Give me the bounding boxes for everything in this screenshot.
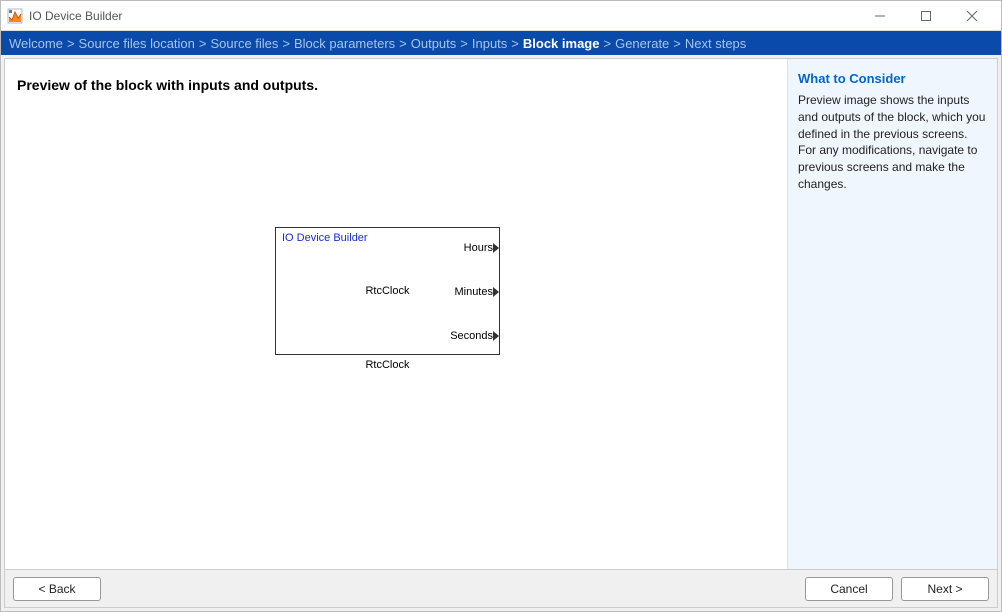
block-output-label: Hours [464,242,493,254]
block-title: IO Device Builder [282,232,368,244]
side-text: Preview image shows the inputs and outpu… [798,92,987,193]
main-area: Preview of the block with inputs and out… [4,58,998,570]
side-pane: What to Consider Preview image shows the… [787,59,997,569]
breadcrumb: Welcome > Source files location > Source… [1,31,1001,55]
block-output-port: Seconds [450,330,493,342]
bc-source-files[interactable]: Source files [210,36,278,51]
block-caption: RtcClock [275,359,500,371]
bc-outputs[interactable]: Outputs [411,36,457,51]
bc-sep: > [67,36,75,51]
port-arrow-icon [493,243,499,253]
bc-sep: > [460,36,468,51]
bc-sep: > [511,36,519,51]
bc-sep: > [673,36,681,51]
bc-welcome[interactable]: Welcome [9,36,63,51]
port-arrow-icon [493,331,499,341]
block-center-label: RtcClock [365,285,409,297]
bc-generate[interactable]: Generate [615,36,669,51]
bc-inputs[interactable]: Inputs [472,36,507,51]
block-output-port: Hours [464,242,493,254]
block-output-label: Seconds [450,330,493,342]
bc-next-steps[interactable]: Next steps [685,36,746,51]
minimize-button[interactable] [857,1,903,31]
content-pane: Preview of the block with inputs and out… [5,59,787,569]
titlebar: IO Device Builder [1,1,1001,31]
bc-block-image[interactable]: Block image [523,36,600,51]
page-title: Preview of the block with inputs and out… [17,77,775,93]
footer-bar: < Back Cancel Next > [4,570,998,608]
side-title: What to Consider [798,71,987,86]
block-output-label: Minutes [454,286,493,298]
block-preview: IO Device Builder RtcClock Hours Minutes… [275,227,500,371]
bc-sep: > [282,36,290,51]
port-arrow-icon [493,287,499,297]
app-title: IO Device Builder [29,9,122,23]
close-button[interactable] [949,1,995,31]
bc-sep: > [199,36,207,51]
back-button[interactable]: < Back [13,577,101,601]
app-icon [7,8,23,24]
cancel-button[interactable]: Cancel [805,577,893,601]
bc-sep: > [399,36,407,51]
bc-sep: > [603,36,611,51]
bc-source-files-location[interactable]: Source files location [79,36,195,51]
block-output-port: Minutes [454,286,493,298]
maximize-button[interactable] [903,1,949,31]
bc-block-parameters[interactable]: Block parameters [294,36,395,51]
next-button[interactable]: Next > [901,577,989,601]
block-box: IO Device Builder RtcClock Hours Minutes… [275,227,500,355]
